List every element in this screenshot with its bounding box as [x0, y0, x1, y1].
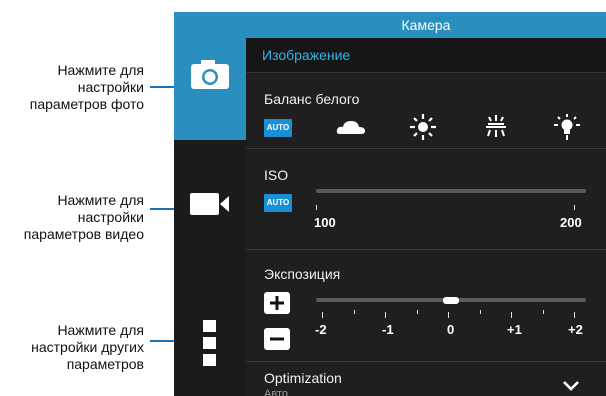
section-header-image: Изображение	[246, 38, 606, 73]
exposure-slider-thumb[interactable]	[443, 297, 459, 304]
white-balance-label: Баланс белого	[264, 91, 360, 107]
tab-video-settings[interactable]	[174, 140, 246, 268]
fluorescent-icon[interactable]	[484, 115, 508, 139]
exposure-row: Экспозиция -2 -1 0 +1 +2	[246, 250, 606, 362]
exposure-tick-mark	[322, 312, 323, 318]
callout-video-line1: Нажмите для	[57, 192, 144, 208]
settings-sidebar	[174, 12, 246, 396]
callout-video: Нажмите для настройки параметров видео	[0, 192, 144, 243]
exposure-tick-mark	[479, 310, 481, 314]
exposure-tick-mark	[574, 312, 575, 318]
callout-other-line2: настройки других	[31, 339, 144, 355]
iso-max-label: 200	[560, 215, 582, 230]
exposure-tick-mark	[511, 312, 512, 318]
exposure-minus-button[interactable]	[264, 328, 290, 350]
exposure-tick-mark	[542, 310, 544, 314]
exposure-tick-mark	[385, 312, 386, 318]
tab-other-settings[interactable]	[174, 268, 246, 396]
optimization-label: Optimization	[264, 370, 342, 386]
exposure-tick-mark	[353, 310, 355, 314]
video-camera-icon	[190, 193, 229, 215]
iso-label: ISO	[264, 167, 289, 183]
callout-video-line3: параметров видео	[23, 226, 144, 242]
callout-photo-line1: Нажмите для	[57, 62, 144, 78]
callout-other-line3: параметров	[66, 356, 144, 372]
cloud-icon[interactable]	[336, 117, 366, 137]
callout-other: Нажмите для настройки других параметров	[0, 322, 144, 373]
settings-panel: Камера Изображение Баланс белого AUTO IS…	[246, 12, 606, 396]
exposure-tick-label: +2	[568, 322, 583, 337]
exposure-tick-label: +1	[507, 322, 522, 337]
callout-photo-leader	[150, 86, 176, 88]
callout-video-leader	[150, 208, 176, 210]
exposure-plus-button[interactable]	[264, 292, 290, 314]
callout-other-line1: Нажмите для	[57, 322, 144, 338]
minus-icon	[270, 337, 284, 341]
callout-photo-line3: параметров фото	[29, 96, 144, 112]
camera-icon	[191, 60, 229, 89]
plus-icon	[270, 296, 284, 310]
exposure-label: Экспозиция	[264, 266, 341, 282]
panel-title: Камера	[246, 12, 606, 38]
sun-icon[interactable]	[410, 114, 436, 140]
iso-auto-button[interactable]: AUTO	[264, 194, 292, 212]
exposure-tick-mark	[416, 310, 418, 314]
exposure-tick-label: -1	[382, 322, 394, 337]
callout-photo-line2: настройки	[77, 79, 144, 95]
iso-tick-max	[574, 205, 575, 210]
iso-tick-min	[316, 205, 317, 210]
iso-row: ISO AUTO 100 200	[246, 149, 606, 250]
wb-auto-button[interactable]: AUTO	[264, 119, 292, 137]
optimization-value: Авто	[264, 388, 288, 396]
iso-slider-track[interactable]	[316, 189, 586, 193]
callout-other-leader	[150, 340, 176, 342]
callout-video-line2: настройки	[77, 209, 144, 225]
more-options-icon	[203, 320, 216, 366]
iso-min-label: 100	[314, 215, 336, 230]
optimization-row[interactable]: Optimization Авто	[246, 362, 606, 396]
incandescent-icon[interactable]	[554, 114, 580, 140]
exposure-tick-label: -2	[315, 322, 327, 337]
callout-photo: Нажмите для настройки параметров фото	[0, 62, 144, 113]
exposure-tick-label: 0	[447, 322, 455, 337]
chevron-down-icon[interactable]	[562, 380, 580, 392]
tab-photo-settings[interactable]	[174, 12, 246, 140]
white-balance-row: Баланс белого AUTO	[246, 73, 606, 149]
exposure-tick-mark	[448, 312, 449, 318]
camera-settings-screen: Камера Изображение Баланс белого AUTO IS…	[174, 12, 606, 396]
